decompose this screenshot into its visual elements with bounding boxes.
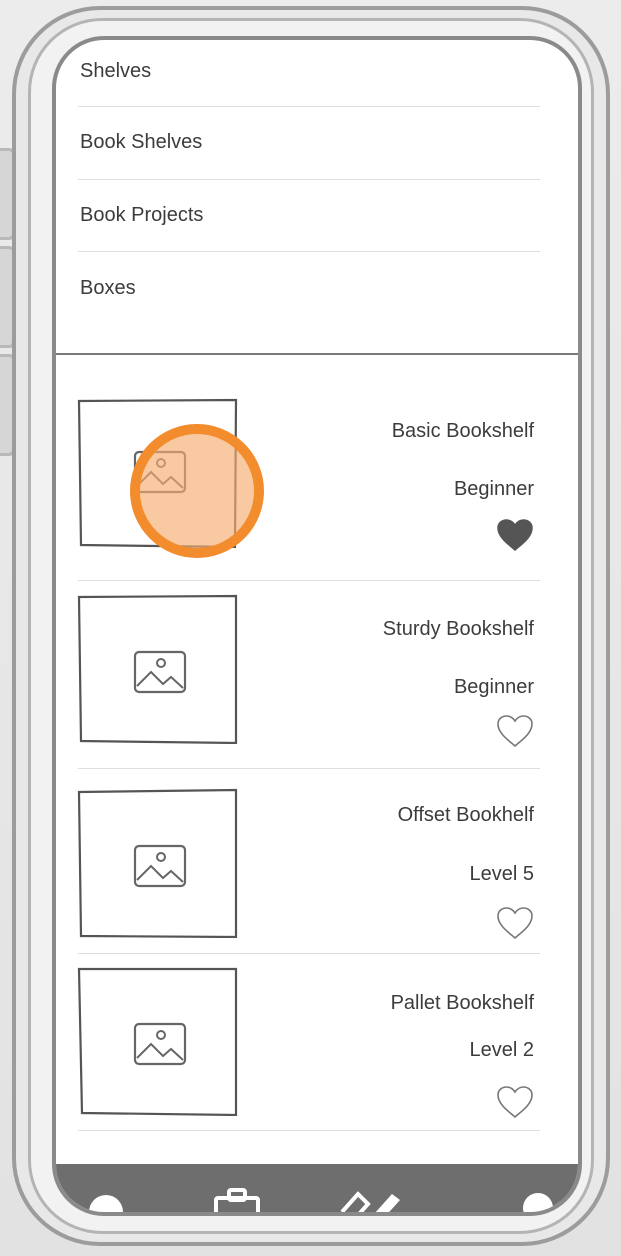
project-title: Offset Bookhelf	[397, 804, 534, 826]
home-icon[interactable]	[86, 1190, 126, 1216]
menu-item-label: Boxes	[80, 277, 136, 299]
project-thumbnail	[77, 788, 238, 938]
project-level: Level 2	[469, 1039, 535, 1061]
tools-icon[interactable]	[338, 1182, 404, 1216]
card-divider	[78, 953, 540, 954]
clipboard-icon[interactable]	[212, 1186, 262, 1216]
menu-item-book-shelves[interactable]: Book Shelves	[80, 131, 540, 154]
image-placeholder-icon	[133, 844, 187, 888]
image-placeholder-icon	[133, 1022, 187, 1066]
card-divider	[78, 1130, 540, 1131]
heart-outline-icon[interactable]	[496, 714, 534, 748]
heart-filled-icon[interactable]	[496, 518, 534, 552]
menu-divider	[78, 106, 540, 107]
menu-item-label: Book Shelves	[80, 131, 203, 153]
card-divider	[78, 580, 540, 581]
project-thumbnail	[77, 594, 238, 744]
project-level: Beginner	[453, 676, 534, 698]
phone-screen: Shelves Book Shelves Book Projects Boxes…	[52, 36, 582, 1216]
menu-item-shelves[interactable]: Shelves	[80, 60, 540, 83]
menu-item-boxes[interactable]: Boxes	[80, 277, 540, 300]
menu-item-label: Book Projects	[80, 204, 204, 226]
menu-item-book-projects[interactable]: Book Projects	[80, 204, 540, 227]
bottom-tab-bar	[56, 1164, 578, 1216]
profile-icon[interactable]	[518, 1188, 558, 1216]
project-level: Beginner	[453, 478, 534, 500]
project-title: Sturdy Bookshelf	[382, 618, 534, 640]
project-level: Level 5	[469, 863, 535, 885]
section-divider	[56, 353, 578, 355]
image-placeholder-icon	[133, 650, 187, 694]
card-divider	[78, 768, 540, 769]
project-title: Pallet Bookshelf	[390, 992, 534, 1014]
heart-outline-icon[interactable]	[496, 1085, 534, 1119]
menu-divider	[78, 179, 540, 180]
project-title: Basic Bookshelf	[391, 420, 534, 442]
project-thumbnail	[77, 967, 238, 1116]
menu-divider	[78, 251, 540, 252]
menu-item-label: Shelves	[80, 60, 152, 82]
tap-indicator	[130, 424, 264, 558]
heart-outline-icon[interactable]	[496, 906, 534, 940]
